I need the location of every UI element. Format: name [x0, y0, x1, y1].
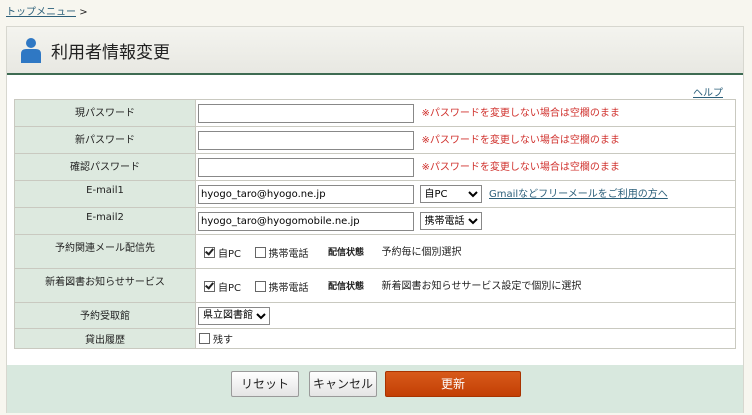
- loan-history-checkbox[interactable]: [199, 333, 210, 344]
- reset-button[interactable]: リセット: [231, 371, 299, 397]
- breadcrumb-top-menu-link[interactable]: トップメニュー: [6, 7, 76, 18]
- new-books-pc-checkbox[interactable]: [204, 280, 215, 292]
- new-books-mobile-checkbox[interactable]: [254, 280, 266, 292]
- form-row-reservation-mail: 予約関連メール配信先 自PC 携帯電話 配信状態 予約毎に個別選択: [14, 234, 736, 269]
- email2-input[interactable]: [198, 211, 414, 231]
- help-link[interactable]: ヘルプ: [693, 84, 723, 99]
- reservation-mail-status-label: 配信状態: [328, 248, 365, 259]
- form-row-loan-history: 貸出履歴 残す: [14, 328, 736, 349]
- breadcrumb-separator: >: [79, 7, 88, 18]
- confirm-password-note: ※パスワードを変更しない場合は空欄のまま: [421, 162, 620, 173]
- email1-input[interactable]: [198, 184, 414, 204]
- confirm-password-input[interactable]: [198, 157, 414, 177]
- reservation-mail-pc-label: 自PC: [218, 248, 242, 260]
- new-books-status-label: 配信状態: [328, 282, 365, 293]
- form-row-email1: E-mail1 自PC Gmailなどフリーメールをご利用の方へ: [14, 180, 736, 208]
- form-row-confirm-password: 確認パスワード ※パスワードを変更しない場合は空欄のまま: [14, 153, 736, 181]
- form-row-new-books: 新着図書お知らせサービス 自PC 携帯電話 配信状態 新着図書お知らせサービス設…: [14, 268, 736, 303]
- action-bar: リセット キャンセル 更新: [7, 365, 743, 413]
- reservation-mail-pc-checkbox[interactable]: [204, 246, 215, 258]
- loan-history-label: 貸出履歴: [14, 328, 196, 349]
- current-password-label: 現パスワード: [14, 99, 196, 127]
- email1-type-select[interactable]: 自PC: [419, 185, 482, 203]
- new-books-pc-label: 自PC: [218, 282, 242, 294]
- form-row-new-password: 新パスワード ※パスワードを変更しない場合は空欄のまま: [14, 126, 736, 154]
- confirm-password-label: 確認パスワード: [14, 153, 196, 181]
- pickup-library-select[interactable]: 県立図書館: [198, 306, 270, 325]
- user-info-form: 現パスワード ※パスワードを変更しない場合は空欄のまま 新パスワード ※パスワー…: [14, 99, 736, 349]
- reservation-mail-status-value: 予約毎に個別選択: [381, 247, 462, 259]
- new-books-mobile-label: 携帯電話: [268, 282, 309, 294]
- form-row-current-password: 現パスワード ※パスワードを変更しない場合は空欄のまま: [14, 99, 736, 127]
- user-icon: [21, 38, 41, 63]
- new-password-note: ※パスワードを変更しない場合は空欄のまま: [421, 135, 620, 146]
- current-password-input[interactable]: [198, 103, 414, 123]
- email1-label: E-mail1: [14, 180, 196, 208]
- new-password-label: 新パスワード: [14, 126, 196, 154]
- loan-history-option-label: 残す: [213, 335, 233, 346]
- main-panel: 利用者情報変更 ヘルプ 現パスワード ※パスワードを変更しない場合は空欄のまま …: [6, 26, 744, 413]
- title-bar: 利用者情報変更: [7, 27, 743, 75]
- cancel-button[interactable]: キャンセル: [309, 371, 377, 397]
- new-password-input[interactable]: [198, 130, 414, 150]
- reservation-mail-mobile-label: 携帯電話: [268, 248, 309, 260]
- email2-type-select[interactable]: 携帯電話: [419, 212, 482, 230]
- new-books-status-value: 新着図書お知らせサービス設定で個別に選択: [381, 281, 582, 293]
- form-row-email2: E-mail2 携帯電話: [14, 207, 736, 235]
- breadcrumb: トップメニュー >: [6, 3, 88, 18]
- free-mail-info-link[interactable]: Gmailなどフリーメールをご利用の方へ: [489, 189, 668, 200]
- email2-label: E-mail2: [14, 207, 196, 235]
- form-row-pickup-library: 予約受取館 県立図書館: [14, 302, 736, 329]
- reservation-mail-mobile-checkbox[interactable]: [254, 246, 266, 258]
- pickup-library-label: 予約受取館: [14, 302, 196, 329]
- reservation-mail-label: 予約関連メール配信先: [14, 234, 196, 269]
- new-books-label: 新着図書お知らせサービス: [14, 268, 196, 303]
- page-title: 利用者情報変更: [51, 43, 170, 63]
- current-password-note: ※パスワードを変更しない場合は空欄のまま: [421, 108, 620, 119]
- update-button[interactable]: 更新: [385, 371, 521, 397]
